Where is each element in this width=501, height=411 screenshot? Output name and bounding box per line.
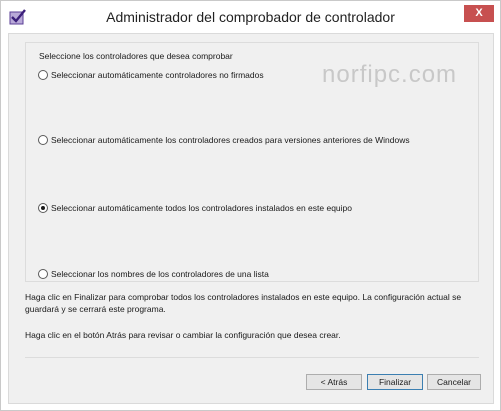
option-older-windows-drivers[interactable]: Seleccionar automáticamente los controla… — [38, 135, 410, 145]
radio-button[interactable] — [38, 70, 48, 80]
option-all-installed-drivers[interactable]: Seleccionar automáticamente todos los co… — [38, 203, 352, 213]
divider — [25, 357, 479, 358]
driver-verifier-window: Administrador del comprobador de control… — [0, 0, 501, 411]
option-label: Seleccionar automáticamente los controla… — [51, 135, 410, 145]
title-bar[interactable]: Administrador del comprobador de control… — [1, 1, 500, 33]
radio-button[interactable] — [38, 269, 48, 279]
option-unsigned-drivers[interactable]: Seleccionar automáticamente controladore… — [38, 70, 264, 80]
dialog-body: Seleccione los controladores que desea c… — [8, 33, 494, 404]
back-instructions: Haga clic en el botón Atrás para revisar… — [25, 330, 341, 340]
group-title: Seleccione los controladores que desea c… — [39, 51, 233, 61]
radio-button-selected[interactable] — [38, 203, 48, 213]
option-label: Seleccionar automáticamente todos los co… — [51, 203, 352, 213]
close-icon: X — [475, 7, 483, 19]
window-title: Administrador del comprobador de control… — [106, 9, 395, 25]
watermark: norfipc.com — [322, 61, 458, 88]
option-label: Seleccionar los nombres de los controlad… — [51, 269, 269, 279]
driver-selection-group: Seleccione los controladores que desea c… — [25, 42, 479, 282]
back-button[interactable]: < Atrás — [306, 374, 362, 390]
finish-instructions: Haga clic en Finalizar para comprobar to… — [25, 292, 462, 314]
finish-button[interactable]: Finalizar — [367, 374, 423, 390]
option-select-from-list[interactable]: Seleccionar los nombres de los controlad… — [38, 269, 269, 279]
cancel-button[interactable]: Cancelar — [427, 374, 481, 390]
close-button[interactable]: X — [464, 5, 494, 22]
option-label: Seleccionar automáticamente controladore… — [51, 70, 264, 80]
radio-button[interactable] — [38, 135, 48, 145]
